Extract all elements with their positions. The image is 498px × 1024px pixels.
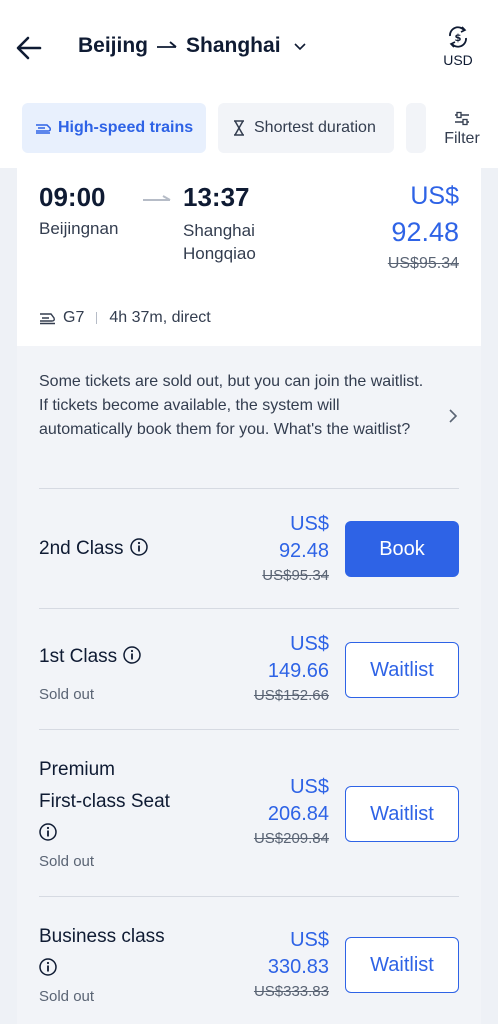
train-number: G7	[63, 309, 85, 326]
info-icon[interactable]	[39, 958, 57, 976]
seat-price-currency: US$	[290, 776, 329, 798]
filter-bar: High-speed trains Shortest duration Filt…	[0, 96, 498, 168]
seat-name: Business class	[39, 921, 165, 985]
seat-name-text: 2nd Class	[39, 538, 124, 559]
train-summary[interactable]: 09:00 13:37 Beijingnan Shanghai Hongqiao…	[17, 168, 481, 346]
train-details: G7 4h 37m, direct	[39, 309, 211, 327]
trip-duration: 4h 37m, direct	[109, 309, 211, 326]
arrival-station: Shanghai Hongqiao	[183, 219, 303, 265]
info-icon[interactable]	[123, 646, 141, 664]
currency-exchange-icon: $	[449, 26, 467, 48]
waitlist-button[interactable]: Waitlist	[345, 786, 459, 842]
arrival-station-line1: Shanghai	[183, 221, 255, 240]
waitlist-button[interactable]: Waitlist	[345, 937, 459, 993]
original-price: US$95.34	[387, 255, 459, 272]
seat-original-price: US$95.34	[262, 567, 329, 584]
seat-name-line2: First-class Seat	[39, 791, 170, 812]
svg-text:$: $	[455, 33, 462, 44]
chip-more[interactable]	[406, 103, 426, 153]
train-icon	[36, 124, 51, 134]
arrival-time: 13:37	[183, 182, 250, 212]
chip-shortest-duration[interactable]: Shortest duration	[218, 103, 394, 153]
seat-row-premium-first-class: Premium First-class Seat Sold out US$ 20…	[39, 729, 459, 896]
train-icon	[40, 313, 55, 325]
filter-button[interactable]: Filter	[426, 96, 498, 168]
seat-name-text: Business class	[39, 926, 165, 947]
waitlist-notice[interactable]: Some tickets are sold out, but you can j…	[39, 370, 427, 442]
arrival-station-line2: Hongqiao	[183, 244, 256, 263]
price-currency: US$	[410, 182, 459, 210]
seat-name-line1: Premium	[39, 759, 116, 780]
chevron-down-icon	[293, 43, 306, 51]
currency-label: USD	[443, 52, 473, 68]
back-arrow-icon[interactable]	[14, 33, 44, 63]
hourglass-icon	[234, 120, 244, 136]
seat-price: 149.66	[267, 660, 329, 682]
departure-station: Beijingnan	[39, 219, 119, 238]
seat-row-business-class: Business class Sold out US$ 330.83 US$33…	[39, 896, 459, 1024]
seat-price: 330.83	[267, 956, 329, 978]
route-from: Beijing	[78, 34, 149, 57]
seat-row-2nd-class: 2nd Class US$ 92.48 US$95.34 Book	[39, 488, 459, 608]
top-bar: Beijing Shanghai $ USD	[0, 0, 498, 96]
chip-label: High-speed trains	[58, 119, 194, 136]
seat-original-price: US$209.84	[253, 830, 329, 847]
filter-sliders-icon	[455, 111, 469, 126]
info-icon[interactable]	[39, 823, 57, 841]
route-to: Shanghai	[186, 34, 281, 57]
chip-high-speed-trains[interactable]: High-speed trains	[22, 103, 206, 153]
currency-switcher[interactable]: $ USD	[438, 24, 478, 68]
seat-price-currency: US$	[290, 633, 329, 655]
sold-out-status: Sold out	[39, 686, 95, 703]
route-title[interactable]: Beijing Shanghai	[78, 34, 307, 58]
seat-original-price: US$333.83	[253, 983, 329, 1000]
route-arrow-icon	[157, 41, 177, 48]
book-button[interactable]: Book	[345, 521, 459, 577]
departure-time: 09:00	[39, 182, 106, 212]
chip-label: Shortest duration	[254, 119, 376, 136]
seat-row-1st-class: 1st Class Sold out US$ 149.66 US$152.66 …	[39, 608, 459, 729]
seat-name-text: 1st Class	[39, 646, 118, 667]
seat-price-currency: US$	[290, 929, 329, 951]
train-result-card: 09:00 13:37 Beijingnan Shanghai Hongqiao…	[17, 168, 481, 1024]
seat-price: 206.84	[267, 803, 329, 825]
seat-original-price: US$152.66	[253, 687, 329, 704]
chevron-right-icon[interactable]	[447, 408, 459, 424]
divider	[96, 312, 98, 324]
seat-name: 2nd Class	[39, 533, 148, 565]
seat-name: 1st Class	[39, 641, 141, 673]
lowest-price: 92.48	[391, 217, 459, 247]
sold-out-status: Sold out	[39, 988, 95, 1005]
sold-out-status: Sold out	[39, 853, 95, 870]
info-icon[interactable]	[129, 538, 148, 556]
filter-label: Filter	[444, 130, 480, 147]
seat-name: Premium First-class Seat	[39, 754, 170, 850]
seat-price-currency: US$	[290, 513, 329, 535]
journey-arrow-icon	[143, 195, 171, 201]
waitlist-button[interactable]: Waitlist	[345, 642, 459, 698]
seat-price: 92.48	[278, 540, 329, 562]
